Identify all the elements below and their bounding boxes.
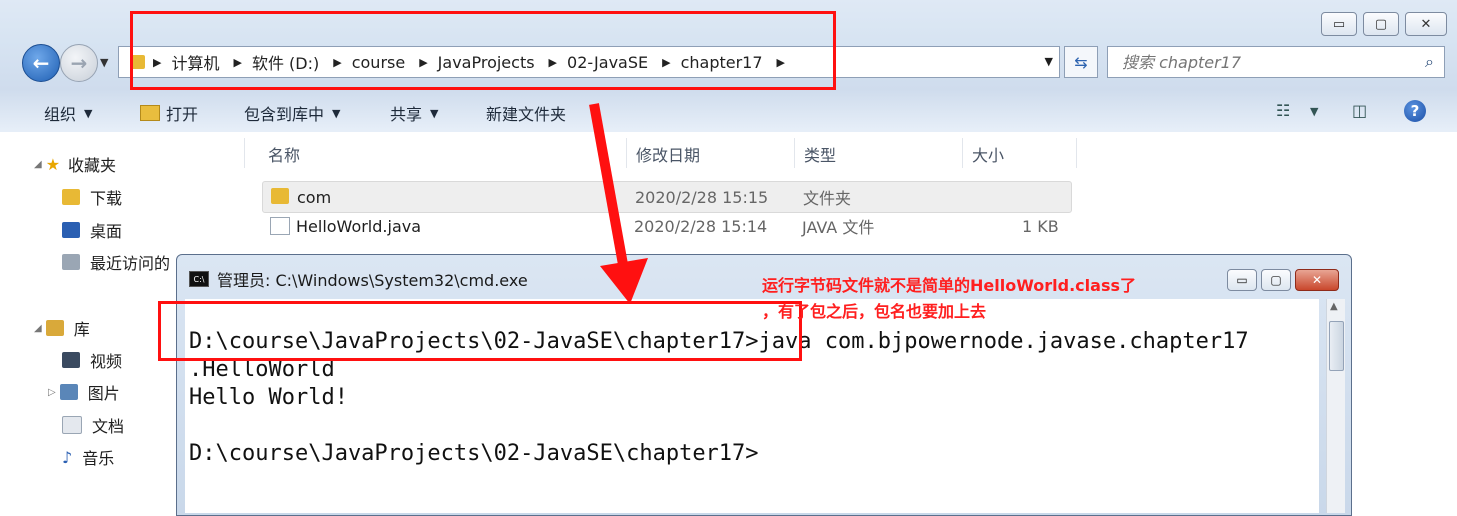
close-button[interactable]: ✕ [1295,269,1339,291]
include-library-menu[interactable]: 包含到库中 ▼ [244,101,340,125]
view-dropdown-icon[interactable]: ▼ [1310,105,1318,118]
console-line: D:\course\JavaProjects\02-JavaSE\chapter… [189,441,759,466]
arrow-left-icon: ← [32,51,50,75]
column-divider [244,138,245,168]
star-icon: ★ [45,154,61,174]
minimize-button[interactable]: ▭ [1227,269,1257,291]
search-icon[interactable]: ⌕ [1425,52,1434,72]
cmd-window-controls: ▭ ▢ ✕ [1227,269,1339,291]
minimize-button[interactable]: ▭ [1321,12,1357,36]
view-options-icon[interactable]: ☷ [1276,101,1290,120]
column-divider[interactable] [794,138,795,168]
help-icon: ? [1410,102,1420,120]
downloads-icon [62,189,80,205]
video-icon [62,352,80,368]
expand-icon[interactable]: ◢ [34,159,42,170]
highlight-box-address [130,11,836,90]
console-icon: C:\ [189,271,209,287]
annotation-note-line2: ，有了包之后，包名也要加上去 [762,302,987,321]
back-button[interactable]: ← [22,44,60,82]
arrow-right-icon: → [70,51,88,75]
chevron-down-icon: ▼ [84,106,93,120]
cmd-title-bar[interactable]: C:\ 管理员: C:\Windows\System32\cmd.exe [189,267,528,291]
chevron-down-icon: ▼ [332,106,341,120]
search-box[interactable]: ⌕ [1107,46,1445,78]
search-input[interactable] [1120,51,1404,73]
sidebar-item-videos[interactable]: 视频 [62,348,122,372]
file-row[interactable]: HelloWorld.java 2020/2/28 15:14 JAVA 文件 … [262,211,1070,241]
picture-icon [59,384,78,400]
document-icon [62,416,82,434]
sidebar-item-documents[interactable]: 文档 [62,413,124,437]
arrow-shaft [589,103,629,271]
sidebar-item-downloads[interactable]: 下载 [62,185,122,209]
column-header-name[interactable]: 名称 [268,142,300,166]
music-icon: ♪ [62,447,73,467]
library-icon [45,320,64,336]
help-button[interactable]: ? [1404,100,1426,122]
sidebar-item-pictures[interactable]: ▷ 图片 [48,380,120,404]
sidebar-item-favorites[interactable]: ◢ ★ 收藏夹 [34,152,116,176]
sidebar-item-desktop[interactable]: 桌面 [62,218,122,242]
annotation-arrow [589,103,648,304]
open-button[interactable]: 打开 [140,101,198,125]
console-scrollbar[interactable]: ▲ [1326,299,1345,513]
chevron-down-icon: ▼ [430,106,439,120]
column-divider[interactable] [1076,138,1077,168]
preview-pane-icon[interactable]: ◫ [1352,101,1367,120]
chevron-down-icon: ▼ [100,56,109,69]
desktop-icon [62,222,80,238]
scroll-up-icon[interactable]: ▲ [1330,301,1338,312]
close-button[interactable]: ✕ [1405,12,1447,36]
console-line: Hello World! [189,385,348,410]
sidebar-item-music[interactable]: ♪ 音乐 [62,445,114,469]
sidebar-item-recent[interactable]: 最近访问的 [62,250,170,274]
column-header-type[interactable]: 类型 [804,142,836,166]
recent-places-icon [62,254,80,270]
expand-icon[interactable]: ▷ [48,387,56,398]
column-divider[interactable] [962,138,963,168]
document-icon [270,217,290,235]
folder-icon [271,188,289,204]
cmd-title: 管理员: C:\Windows\System32\cmd.exe [217,271,528,290]
open-icon [140,105,160,121]
expand-icon[interactable]: ◢ [34,323,42,334]
highlight-box-prompt [158,301,802,361]
new-folder-button[interactable]: 新建文件夹 [486,101,566,125]
sidebar-item-libraries[interactable]: ◢ 库 [34,316,90,340]
refresh-button[interactable]: ⇆ [1064,46,1098,78]
scroll-thumb[interactable] [1329,321,1344,371]
refresh-icon: ⇆ [1074,52,1088,72]
maximize-button[interactable]: ▢ [1261,269,1291,291]
address-dropdown-icon[interactable]: ▼ [1045,55,1053,68]
window-controls: ▭ ▢ ✕ [1321,12,1447,36]
column-header-size[interactable]: 大小 [972,142,1004,166]
organize-menu[interactable]: 组织 ▼ [44,101,92,125]
share-menu[interactable]: 共享 ▼ [390,101,438,125]
annotation-note-line1: 运行字节码文件就不是简单的HelloWorld.class了 [762,276,1136,295]
forward-button[interactable]: → [60,44,98,82]
recent-pages-dropdown[interactable]: ▼ [100,56,108,69]
file-row[interactable]: com 2020/2/28 15:15 文件夹 [262,181,1072,213]
maximize-button[interactable]: ▢ [1363,12,1399,36]
arrow-head [600,258,648,304]
